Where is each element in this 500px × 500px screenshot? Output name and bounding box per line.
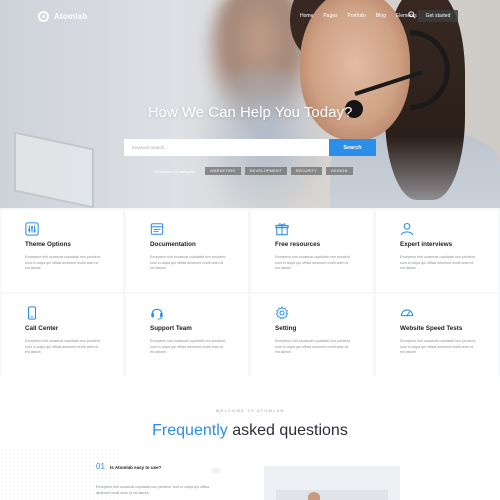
card-description: Excepteur sint occaecat cupidatat non pr… bbox=[150, 255, 226, 271]
card-description: Excepteur sint occaecat cupidatat non pr… bbox=[275, 339, 351, 355]
card-website-speed-tests[interactable]: Website Speed Tests Excepteur sint occae… bbox=[376, 294, 498, 376]
speedometer-icon bbox=[400, 309, 414, 317]
card-description: Excepteur sint occaecat cupidatat non pr… bbox=[275, 255, 351, 271]
card-title: Call Center bbox=[25, 325, 59, 332]
card-description: Excepteur sint occaecat cupidatat non pr… bbox=[25, 339, 101, 355]
card-title: Documentation bbox=[150, 241, 196, 248]
main-menu: Home Pages Portfolio Blog Elements bbox=[300, 13, 417, 19]
card-expert-interviews[interactable]: Expert interviews Excepteur sint occaeca… bbox=[376, 210, 498, 292]
get-started-button[interactable]: Get started bbox=[418, 10, 458, 22]
card-title: Theme Options bbox=[25, 241, 71, 248]
card-title: Free resources bbox=[275, 241, 321, 248]
card-free-resources[interactable]: Free resources Excepteur sint occaecat c… bbox=[251, 210, 373, 292]
search-button[interactable]: Search bbox=[329, 139, 376, 156]
faq-title-accent: Frequently bbox=[152, 422, 228, 439]
category-chips: Or browse by category: MARKETING DEVELOP… bbox=[154, 167, 353, 175]
card-title: Support Team bbox=[150, 325, 192, 332]
search-icon[interactable] bbox=[408, 11, 416, 19]
top-nav: Atomlab Home Pages Portfolio Blog Elemen… bbox=[0, 8, 500, 28]
menu-item-portfolio[interactable]: Portfolio bbox=[348, 13, 366, 19]
phone-icon bbox=[27, 306, 37, 320]
chip-design[interactable]: DESIGN bbox=[326, 167, 353, 175]
card-title: Setting bbox=[275, 325, 297, 332]
card-description: Excepteur sint occaecat cupidatat non pr… bbox=[400, 255, 476, 271]
card-documentation[interactable]: Documentation Excepteur sint occaecat cu… bbox=[126, 210, 248, 292]
card-title: Website Speed Tests bbox=[400, 325, 463, 332]
logo[interactable]: Atomlab bbox=[38, 11, 87, 22]
hero-title: How We Can Help You Today? bbox=[147, 104, 353, 121]
card-support-team[interactable]: Support Team Excepteur sint occaecat cup… bbox=[126, 294, 248, 376]
card-title: Expert interviews bbox=[400, 241, 453, 248]
menu-item-pages[interactable]: Pages bbox=[323, 13, 337, 19]
faq-question[interactable]: Is Atomlab easy to use? bbox=[110, 465, 161, 470]
feature-grid: Theme Options Excepteur sint occaecat cu… bbox=[0, 208, 500, 376]
faq-title: Frequently asked questions bbox=[0, 422, 500, 440]
card-setting[interactable]: Setting Excepteur sint occaecat cupidata… bbox=[251, 294, 373, 376]
browse-label: Or browse by category: bbox=[154, 168, 196, 174]
hero-search: Search bbox=[124, 139, 376, 156]
search-input[interactable] bbox=[124, 139, 329, 156]
faq-toggle-icon[interactable] bbox=[212, 468, 220, 473]
menu-item-blog[interactable]: Blog bbox=[376, 13, 386, 19]
user-icon bbox=[400, 222, 414, 236]
card-description: Excepteur sint occaecat cupidatat non pr… bbox=[25, 255, 101, 271]
hero-section: Atomlab Home Pages Portfolio Blog Elemen… bbox=[0, 0, 500, 208]
faq-number: 01 bbox=[96, 462, 105, 471]
card-description: Excepteur sint occaecat cupidatat non pr… bbox=[400, 339, 476, 355]
card-call-center[interactable]: Call Center Excepteur sint occaecat cupi… bbox=[1, 294, 123, 376]
faq-answer: Excepteur sint occaecat cupidatat non pr… bbox=[96, 485, 210, 495]
card-theme-options[interactable]: Theme Options Excepteur sint occaecat cu… bbox=[1, 210, 123, 292]
logo-text: Atomlab bbox=[54, 12, 88, 21]
gear-icon bbox=[275, 306, 289, 320]
chip-security[interactable]: SECURITY bbox=[290, 167, 323, 175]
faq-image bbox=[264, 466, 400, 500]
headset-icon bbox=[151, 308, 163, 320]
chip-marketing[interactable]: MARKETING bbox=[205, 167, 241, 175]
faq-title-rest: asked questions bbox=[227, 422, 348, 439]
card-description: Excepteur sint occaecat cupidatat non pr… bbox=[150, 339, 226, 355]
menu-item-home[interactable]: Home bbox=[300, 13, 313, 19]
gift-icon bbox=[275, 223, 289, 236]
faq-image-person bbox=[308, 492, 320, 500]
faq-eyebrow: WELCOME TO ATOMLAB bbox=[215, 408, 285, 413]
documentation-icon bbox=[150, 223, 164, 235]
chip-development[interactable]: DEVELOPMENT bbox=[244, 167, 287, 175]
logo-mark-icon bbox=[38, 11, 49, 22]
sliders-icon bbox=[25, 222, 39, 236]
